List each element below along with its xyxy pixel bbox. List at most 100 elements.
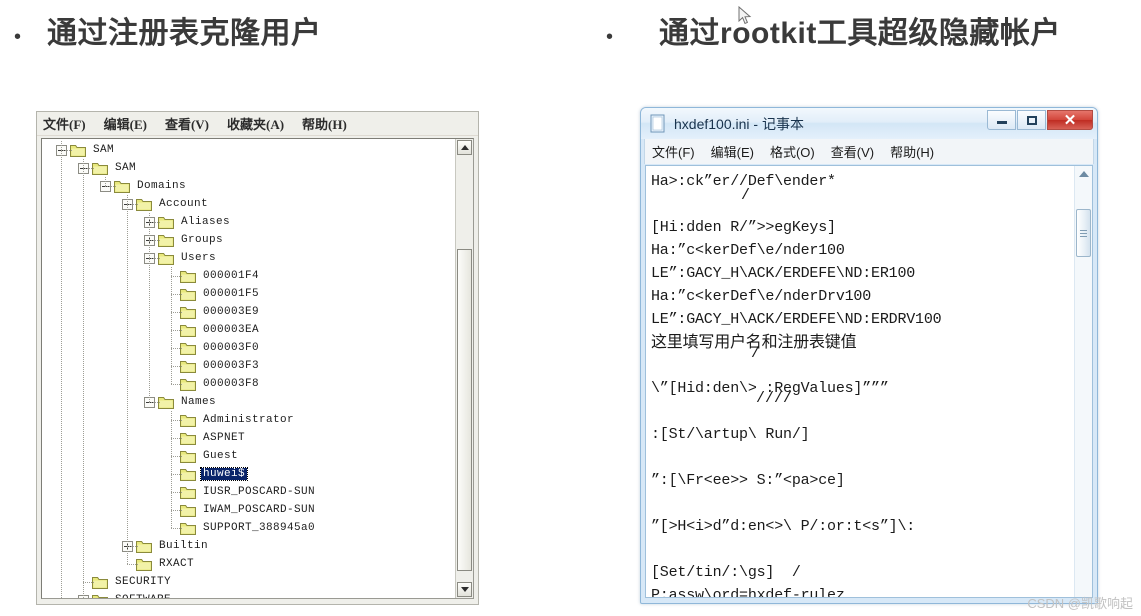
bullet-icon: • (14, 26, 22, 48)
notepad-titlebar[interactable]: hxdef100.ini - 记事本 ✕ (641, 108, 1097, 139)
folder-icon (136, 198, 152, 211)
registry-tree-item[interactable]: SUPPORT_388945a0 (42, 519, 456, 537)
folder-icon (180, 432, 196, 445)
registry-tree-item[interactable]: 000003F8 (42, 375, 456, 393)
registry-tree-item-label: Domains (137, 180, 187, 192)
notepad-text-line (651, 538, 1075, 561)
registry-tree-item[interactable]: SAM (42, 159, 456, 177)
scroll-up-arrow-icon[interactable] (457, 140, 472, 155)
registry-tree-item[interactable]: 000001F5 (42, 285, 456, 303)
notepad-menubar: 文件(F) 编辑(E) 格式(O) 查看(V) 帮助(H) (644, 139, 1094, 164)
registry-tree-item[interactable]: Administrator (42, 411, 456, 429)
reg-menu-file[interactable]: 文件(F) (43, 114, 86, 133)
scrollbar-thumb[interactable] (1076, 209, 1091, 257)
maximize-button[interactable] (1017, 110, 1046, 130)
notepad-text-line: Ha:”c<kerDef\e/nderDrv100 (651, 288, 872, 305)
registry-tree-item-label: Builtin (159, 540, 209, 552)
close-icon: ✕ (1063, 111, 1077, 129)
registry-tree-item[interactable]: Aliases (42, 213, 456, 231)
registry-tree-item[interactable]: Groups (42, 231, 456, 249)
tree-connector-line (171, 294, 182, 295)
registry-tree-item-label: 000003F8 (203, 378, 260, 390)
tree-connector-line (149, 222, 160, 223)
registry-tree[interactable]: SAM SAM Domains Account Aliases Groups U… (42, 139, 456, 598)
reg-menu-help[interactable]: 帮助(H) (302, 114, 347, 133)
registry-tree-item[interactable]: IUSR_POSCARD-SUN (42, 483, 456, 501)
folder-icon (158, 396, 174, 409)
registry-tree-item[interactable]: Account (42, 195, 456, 213)
reg-menu-favorites[interactable]: 收藏夹(A) (227, 114, 284, 133)
folder-icon (180, 288, 196, 301)
registry-tree-item[interactable]: IWAM_POSCARD-SUN (42, 501, 456, 519)
tree-connector-line (171, 330, 182, 331)
slide-heading-left: • 通过注册表克隆用户 (14, 8, 322, 52)
folder-icon (180, 324, 196, 337)
minimize-button[interactable] (987, 110, 1016, 130)
folder-icon (136, 558, 152, 571)
notepad-text-line: 这里填写用户名和注册表键值 (651, 334, 857, 351)
tree-connector-line (83, 168, 94, 169)
registry-tree-item[interactable]: SOFTWARE (42, 591, 456, 598)
registry-tree-item-label: Guest (203, 450, 239, 462)
text-document-icon (650, 114, 665, 133)
np-menu-help[interactable]: 帮助(H) (890, 142, 934, 161)
folder-icon (180, 468, 196, 481)
np-menu-file[interactable]: 文件(F) (652, 142, 695, 161)
registry-tree-item[interactable]: SECURITY (42, 573, 456, 591)
folder-icon (158, 234, 174, 247)
tree-connector-line (171, 348, 182, 349)
folder-icon (92, 576, 108, 589)
notepad-text-line: LE”:GACY_H\ACK/ERDEFE\ND:ER100 (651, 265, 916, 282)
registry-tree-item[interactable]: 000001F4 (42, 267, 456, 285)
folder-icon (92, 162, 108, 175)
registry-tree-item[interactable]: RXACT (42, 555, 456, 573)
slide-heading-right: • 通过rootkit工具超级隐藏帐户 (606, 8, 1061, 52)
registry-tree-item[interactable]: Names (42, 393, 456, 411)
tree-connector-line (171, 276, 182, 277)
watermark: CSDN @凯歌响起 (1027, 596, 1133, 611)
close-button[interactable]: ✕ (1047, 110, 1093, 130)
scrollbar-thumb[interactable] (457, 249, 472, 571)
tree-connector-line (171, 510, 182, 511)
registry-tree-item-label: Groups (181, 234, 224, 246)
notepad-text-line: :[St/\artup\ Run/] (651, 426, 810, 443)
np-menu-view[interactable]: 查看(V) (831, 142, 874, 161)
folder-icon (136, 540, 152, 553)
np-menu-format[interactable]: 格式(O) (770, 142, 815, 161)
registry-tree-item-label: SAM (115, 162, 137, 174)
registry-tree-scrollbar[interactable] (455, 139, 473, 598)
notepad-title-text: hxdef100.ini - 记事本 (674, 115, 804, 132)
folder-icon (180, 414, 196, 427)
notepad-text-line (651, 354, 1075, 377)
registry-tree-item-label: 000003E9 (203, 306, 260, 318)
reg-menu-edit[interactable]: 编辑(E) (104, 114, 147, 133)
registry-tree-item[interactable]: SAM (42, 141, 456, 159)
np-menu-edit[interactable]: 编辑(E) (711, 142, 754, 161)
notepad-text-line: Ha:”c<kerDef\e/nder100 (651, 242, 845, 259)
notepad-scrollbar[interactable] (1074, 166, 1092, 597)
scroll-down-arrow-icon[interactable] (457, 582, 472, 597)
registry-tree-item[interactable]: 000003E9 (42, 303, 456, 321)
tree-connector-line (83, 159, 84, 598)
folder-icon (180, 342, 196, 355)
registry-editor-menubar: 文件(F) 编辑(E) 查看(V) 收藏夹(A) 帮助(H) (37, 112, 478, 136)
notepad-text-line (651, 400, 1075, 423)
registry-tree-item[interactable]: 000003F3 (42, 357, 456, 375)
folder-icon (180, 378, 196, 391)
registry-tree-item[interactable]: Guest (42, 447, 456, 465)
notepad-text-area[interactable]: Ha>:ck”er//Def\ender* [Hi:dden R/”>>egKe… (646, 166, 1075, 597)
registry-tree-item-label: Account (159, 198, 209, 210)
registry-tree-item-label: 000003EA (203, 324, 260, 336)
reg-menu-view[interactable]: 查看(V) (165, 114, 209, 133)
registry-tree-item[interactable]: 000003EA (42, 321, 456, 339)
registry-tree-item[interactable]: ASPNET (42, 429, 456, 447)
folder-icon (70, 144, 86, 157)
registry-tree-item[interactable]: Users (42, 249, 456, 267)
notepad-body: Ha>:ck”er//Def\ender* [Hi:dden R/”>>egKe… (645, 165, 1093, 598)
registry-tree-item[interactable]: huwei$ (42, 465, 456, 483)
scroll-up-arrow-icon[interactable] (1078, 169, 1089, 178)
folder-icon (180, 522, 196, 535)
registry-tree-item[interactable]: Builtin (42, 537, 456, 555)
registry-tree-item[interactable]: 000003F0 (42, 339, 456, 357)
tree-connector-line (171, 366, 182, 367)
